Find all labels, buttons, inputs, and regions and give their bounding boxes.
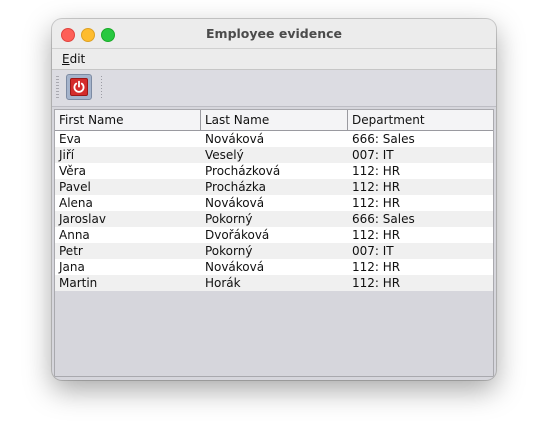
cell-first-name: Pavel — [59, 180, 91, 194]
menu-bar: Edit — [52, 49, 496, 70]
table-row[interactable]: Pavel Procházka 112: HR — [55, 179, 493, 195]
toolbar-grip-handle[interactable] — [56, 76, 59, 100]
table-header: First Name Last Name Department — [55, 110, 493, 131]
table-row[interactable]: Alena Nováková 112: HR — [55, 195, 493, 211]
cell-first-name: Jana — [59, 260, 85, 274]
cell-department: 007: IT — [352, 244, 394, 258]
cell-last-name: Nováková — [205, 260, 265, 274]
table-row[interactable]: Věra Procházková 112: HR — [55, 163, 493, 179]
column-header-department[interactable]: Department — [348, 110, 493, 130]
table-row[interactable]: Jana Nováková 112: HR — [55, 259, 493, 275]
table-row[interactable]: Martin Horák 112: HR — [55, 275, 493, 291]
cell-first-name: Eva — [59, 132, 82, 146]
cell-last-name: Dvořáková — [205, 228, 270, 242]
cell-last-name: Nováková — [205, 132, 265, 146]
cell-department: 112: HR — [352, 228, 401, 242]
cell-first-name: Jiří — [59, 148, 75, 162]
cell-department: 112: HR — [352, 276, 401, 290]
title-bar[interactable]: Employee evidence — [52, 19, 496, 49]
menu-edit-label: dit — [69, 52, 86, 66]
column-header-last-name[interactable]: Last Name — [201, 110, 348, 130]
cell-department: 666: Sales — [352, 132, 415, 146]
cell-last-name: Veselý — [205, 148, 244, 162]
cell-last-name: Pokorný — [205, 212, 253, 226]
employee-table[interactable]: First Name Last Name Department Eva Nová… — [54, 109, 494, 377]
cell-last-name: Procházková — [205, 164, 281, 178]
cell-first-name: Petr — [59, 244, 83, 258]
table-row[interactable]: Anna Dvořáková 112: HR — [55, 227, 493, 243]
menu-edit-mnemonic: E — [62, 52, 70, 66]
power-button[interactable] — [66, 74, 92, 100]
cell-department: 112: HR — [352, 260, 401, 274]
table-row[interactable]: Petr Pokorný 007: IT — [55, 243, 493, 259]
app-window: Employee evidence Edit First Name Last N… — [52, 19, 496, 380]
cell-first-name: Martin — [59, 276, 98, 290]
cell-last-name: Horák — [205, 276, 241, 290]
table-row[interactable]: Eva Nováková 666: Sales — [55, 131, 493, 147]
cell-department: 666: Sales — [352, 212, 415, 226]
cell-department: 112: HR — [352, 180, 401, 194]
toolbar — [52, 70, 496, 107]
window-title: Employee evidence — [206, 26, 342, 41]
menu-edit[interactable]: Edit — [62, 52, 85, 66]
cell-department: 112: HR — [352, 164, 401, 178]
table-row[interactable]: Jiří Veselý 007: IT — [55, 147, 493, 163]
toolbar-separator — [101, 76, 102, 100]
cell-first-name: Anna — [59, 228, 90, 242]
cell-first-name: Alena — [59, 196, 93, 210]
cell-last-name: Procházka — [205, 180, 266, 194]
cell-last-name: Nováková — [205, 196, 265, 210]
cell-department: 007: IT — [352, 148, 394, 162]
cell-last-name: Pokorný — [205, 244, 253, 258]
power-icon — [70, 78, 88, 96]
table-row[interactable]: Jaroslav Pokorný 666: Sales — [55, 211, 493, 227]
column-header-first-name[interactable]: First Name — [55, 110, 201, 130]
cell-first-name: Jaroslav — [59, 212, 106, 226]
cell-first-name: Věra — [59, 164, 86, 178]
cell-department: 112: HR — [352, 196, 401, 210]
